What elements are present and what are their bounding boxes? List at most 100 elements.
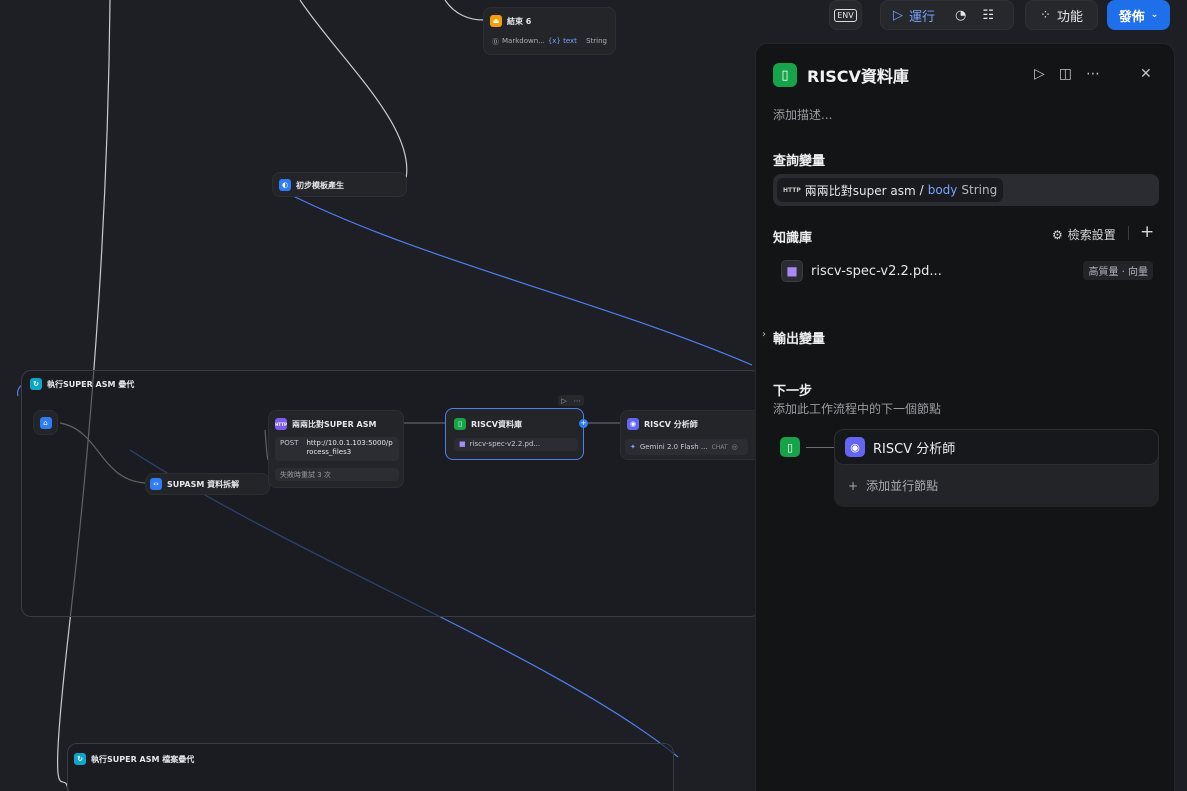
group-super-asm-file-iteration[interactable]: ↻ 執行SUPER ASM 檔案疊代: [67, 743, 674, 791]
model-name: Gemini 2.0 Flash ...: [639, 443, 708, 451]
search-settings-label: 檢索設置: [1067, 228, 1116, 242]
play-icon[interactable]: ▷: [561, 397, 566, 405]
llm-icon: ◐: [279, 179, 291, 191]
chip-var: body: [927, 183, 958, 197]
next-node-riscv-analyst[interactable]: ◉ RISCV 分析師: [834, 429, 1159, 465]
node-http-compare[interactable]: HTTP 兩兩比對SUPER ASM POST http://10.0.1.10…: [268, 410, 404, 488]
knowledge-base-item[interactable]: ■ riscv-spec-v2.2.pd... 高質量 · 向量: [781, 255, 1159, 287]
gemini-icon: ✦: [630, 443, 636, 451]
env-button[interactable]: ENV: [829, 0, 862, 30]
plus-icon: +: [848, 478, 859, 493]
node-riscv-analyst[interactable]: ◉ RISCV 分析師 ✦ Gemini 2.0 Flash ... CHAT …: [620, 410, 756, 460]
panel-title[interactable]: RISCV資料庫: [807, 63, 909, 87]
node-end-6[interactable]: ⏏ 結束 6 ⓪ Markdown... {x} text String: [483, 7, 616, 55]
chevron-down-icon: ⌄: [1150, 10, 1159, 20]
play-icon[interactable]: ▷: [893, 8, 903, 23]
node-settings-panel: ▯ RISCV資料庫 ▷ ◫ ⋯ ✕ 添加描述... 查詢變量 HTTP 兩兩比…: [755, 43, 1175, 791]
node-title: 初步模板產生: [296, 180, 344, 190]
features-label: 功能: [1056, 9, 1083, 25]
search-settings-button[interactable]: ⚙ 檢索設置: [1052, 226, 1116, 243]
http-retry: 失敗時重試 3 次: [275, 468, 399, 481]
group-title: 執行SUPER ASM 檔案疊代: [91, 754, 195, 764]
node-prelim-template[interactable]: ◐ 初步模板產生: [272, 172, 407, 197]
book-icon: ▯: [780, 437, 800, 457]
brain-icon: ◉: [845, 437, 865, 457]
brain-icon: ◉: [627, 418, 639, 430]
chip-type: String: [961, 183, 998, 197]
add-next-handle[interactable]: +: [579, 419, 588, 428]
markdown-icon: ⓪: [492, 38, 499, 46]
run-button[interactable]: 運行: [909, 6, 935, 25]
add-parallel-node-button[interactable]: + 添加並行節點: [848, 477, 938, 494]
node-supasm[interactable]: ‹› SUPASM 資料拆解: [145, 473, 270, 495]
more-icon[interactable]: ⋯: [574, 397, 581, 405]
next-step-label: 下一步: [773, 384, 813, 399]
edge-prelim-to-right: [284, 191, 753, 366]
node-title: RISCV資料庫: [471, 419, 522, 429]
output-var: {x} text: [547, 37, 577, 45]
query-variable-chip[interactable]: HTTP 兩兩比對super asm / body String: [777, 178, 1004, 202]
sliders-icon: ⚙: [1052, 227, 1063, 242]
http-request: POST http://10.0.1.103:5000/process_file…: [275, 437, 399, 461]
chip-node: 兩兩比對super asm: [804, 183, 916, 198]
features-button[interactable]: ⁘ 功能: [1025, 0, 1098, 30]
publish-button[interactable]: 發佈 ⌄: [1107, 0, 1170, 30]
query-variable-label: 查詢變量: [773, 154, 826, 169]
output-variables-toggle[interactable]: 輸出變量: [773, 328, 825, 347]
http-url: http://10.0.1.103:5000/process_files3: [306, 439, 393, 456]
run-group: ▷ 運行 ◔ ☷: [880, 0, 1014, 30]
home-icon: ⌂: [39, 416, 52, 429]
node-mini-toolbar: ▷ ⋯: [558, 395, 584, 406]
chevron-right-icon[interactable]: ›: [762, 329, 766, 340]
node-title: 結束 6: [507, 16, 532, 26]
kb-file: riscv-spec-v2.2.pd...: [469, 440, 541, 448]
group-super-asm-iteration[interactable]: ↻ 執行SUPER ASM 疊代: [21, 370, 761, 617]
output-type: String: [586, 37, 607, 45]
play-icon[interactable]: ▷: [1034, 66, 1045, 82]
kb-file-row: ■ riscv-spec-v2.2.pd...: [454, 438, 578, 451]
node-riscv-kb[interactable]: ▯ RISCV資料庫 ■ riscv-spec-v2.2.pd... +: [445, 408, 588, 460]
output-field: Markdown...: [502, 37, 545, 45]
node-title: 兩兩比對SUPER ASM: [292, 419, 377, 429]
node-title: RISCV 分析師: [644, 419, 698, 429]
chip-sep: /: [919, 183, 924, 197]
history-icon[interactable]: ◔: [955, 8, 966, 23]
features-icon: ⁘: [1040, 7, 1051, 23]
node-iteration-start[interactable]: ⌂: [33, 410, 58, 435]
group-title: 執行SUPER ASM 疊代: [47, 379, 135, 389]
model-row: ✦ Gemini 2.0 Flash ... CHAT ◎: [625, 439, 748, 455]
checklist-icon[interactable]: ☷: [982, 8, 994, 23]
folder-icon: ■: [781, 260, 803, 282]
http-icon: HTTP: [275, 418, 287, 430]
next-step-desc: 添加此工作流程中的下一個節點: [773, 402, 942, 416]
knowledge-base-label: 知識庫: [773, 231, 813, 246]
more-icon[interactable]: ⋯: [1086, 66, 1100, 82]
connector-line: [806, 447, 834, 448]
loop-icon: ↻: [74, 753, 86, 765]
query-variable-field[interactable]: HTTP 兩兩比對super asm / body String: [773, 174, 1159, 206]
next-step-box: ◉ RISCV 分析師 + 添加並行節點: [834, 429, 1159, 507]
loop-icon: ↻: [30, 378, 42, 390]
code-icon: ‹›: [150, 478, 162, 490]
close-icon[interactable]: ✕: [1140, 66, 1152, 82]
env-label: ENV: [834, 8, 857, 22]
end-icon: ⏏: [490, 15, 502, 27]
book-icon: ▯: [773, 63, 797, 87]
edge-to-end6: [444, 0, 484, 21]
edge-top-to-prelim: [299, 0, 408, 184]
add-parallel-label: 添加並行節點: [866, 479, 939, 493]
book-icon: ▯: [454, 418, 466, 430]
next-node-title: RISCV 分析師: [873, 441, 956, 457]
book-open-icon[interactable]: ◫: [1059, 66, 1072, 82]
kb-index-badge: 高質量 · 向量: [1083, 261, 1153, 280]
add-description[interactable]: 添加描述...: [773, 106, 832, 123]
kb-file-name: riscv-spec-v2.2.pd...: [811, 263, 942, 279]
add-knowledge-button[interactable]: +: [1140, 222, 1154, 242]
publish-label: 發佈: [1118, 9, 1145, 25]
http-method: POST: [280, 439, 299, 447]
folder-icon: ■: [459, 440, 466, 448]
settings-icon: ◎: [731, 443, 738, 451]
http-tag: HTTP: [783, 186, 801, 194]
divider: [1128, 226, 1129, 240]
model-mode: CHAT: [711, 443, 728, 451]
